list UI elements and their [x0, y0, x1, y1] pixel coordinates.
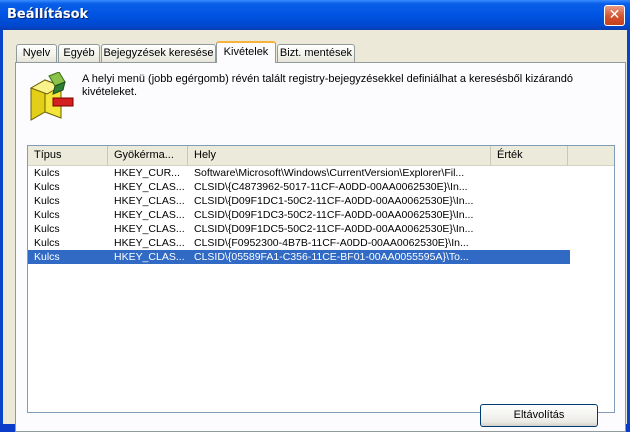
tab-label: Kivételek [223, 46, 269, 58]
cell-location: CLSID\{F0952300-4B7B-11CF-A0DD-00AA00625… [194, 237, 469, 249]
cell-root: HKEY_CLAS... [114, 223, 185, 235]
list-header: Típus Gyökérma... Hely Érték [28, 146, 614, 166]
cell-root: HKEY_CLAS... [114, 195, 185, 207]
table-row[interactable]: Kulcs HKEY_CUR... Software\Microsoft\Win… [28, 166, 570, 180]
tab-bizt-mentesek[interactable]: Bizt. mentések [277, 44, 355, 62]
cell-location: Software\Microsoft\Windows\CurrentVersio… [194, 167, 465, 179]
column-header-location[interactable]: Hely [188, 146, 491, 165]
cell-type: Kulcs [34, 181, 60, 193]
tab-label: Nyelv [22, 47, 51, 59]
column-label: Gyökérma... [114, 149, 174, 161]
tab-kivetelek[interactable]: Kivételek [216, 41, 276, 63]
column-header-root[interactable]: Gyökérma... [108, 146, 188, 165]
registry-exclusion-icon [29, 72, 74, 121]
cell-location: CLSID\{D09F1DC5-50C2-11CF-A0DD-00AA00625… [194, 223, 474, 235]
tab-egyeb[interactable]: Egyéb [58, 44, 100, 62]
table-row-selected[interactable]: Kulcs HKEY_CLAS... CLSID\{05589FA1-C356-… [28, 250, 570, 264]
column-header-type[interactable]: Típus [28, 146, 108, 165]
cell-type: Kulcs [34, 195, 60, 207]
column-header-filler [568, 146, 614, 165]
window-title: Beállítások [7, 7, 89, 22]
tab-nyelv[interactable]: Nyelv [16, 44, 57, 62]
table-row[interactable]: Kulcs HKEY_CLAS... CLSID\{D09F1DC5-50C2-… [28, 222, 570, 236]
cell-location: CLSID\{05589FA1-C356-11CE-BF01-00AA00555… [194, 251, 469, 263]
tab-label: Egyéb [63, 47, 95, 59]
column-label: Típus [34, 149, 62, 161]
settings-window: Beállítások ✕ Nyelv Egyéb Bejegyzések ke… [0, 0, 630, 432]
cell-location: CLSID\{D09F1DC3-50C2-11CF-A0DD-00AA00625… [194, 209, 474, 221]
cell-type: Kulcs [34, 209, 60, 221]
cell-location: CLSID\{D09F1DC1-50C2-11CF-A0DD-00AA00625… [194, 195, 474, 207]
cell-root: HKEY_CUR... [114, 167, 180, 179]
tab-label: Bejegyzések keresése [103, 47, 214, 59]
tab-bejegyzesek-keresese[interactable]: Bejegyzések keresése [101, 44, 216, 62]
cell-root: HKEY_CLAS... [114, 181, 185, 193]
table-row[interactable]: Kulcs HKEY_CLAS... CLSID\{D09F1DC3-50C2-… [28, 208, 570, 222]
cell-type: Kulcs [34, 237, 60, 249]
window-frame-left [0, 30, 3, 424]
cell-root: HKEY_CLAS... [114, 251, 185, 263]
close-icon: ✕ [608, 7, 621, 23]
cell-location: CLSID\{C4873962-5017-11CF-A0DD-00AA00625… [194, 181, 468, 193]
exceptions-list[interactable]: Típus Gyökérma... Hely Érték Kulcs HKEY_… [27, 145, 615, 413]
close-button[interactable]: ✕ [604, 5, 625, 26]
tab-label: Bizt. mentések [279, 47, 353, 59]
cell-root: HKEY_CLAS... [114, 237, 185, 249]
cell-type: Kulcs [34, 223, 60, 235]
table-row[interactable]: Kulcs HKEY_CLAS... CLSID\{D09F1DC1-50C2-… [28, 194, 570, 208]
cell-type: Kulcs [34, 167, 60, 179]
column-label: Érték [497, 149, 523, 161]
description-text: A helyi menü (jobb egérgomb) révén talál… [82, 73, 573, 98]
table-row[interactable]: Kulcs HKEY_CLAS... CLSID\{F0952300-4B7B-… [28, 236, 570, 250]
title-bar[interactable]: Beállítások ✕ [0, 0, 630, 30]
column-label: Hely [194, 149, 217, 161]
table-row[interactable]: Kulcs HKEY_CLAS... CLSID\{C4873962-5017-… [28, 180, 570, 194]
column-header-value[interactable]: Érték [491, 146, 568, 165]
cell-root: HKEY_CLAS... [114, 209, 185, 221]
cell-type: Kulcs [34, 251, 60, 263]
